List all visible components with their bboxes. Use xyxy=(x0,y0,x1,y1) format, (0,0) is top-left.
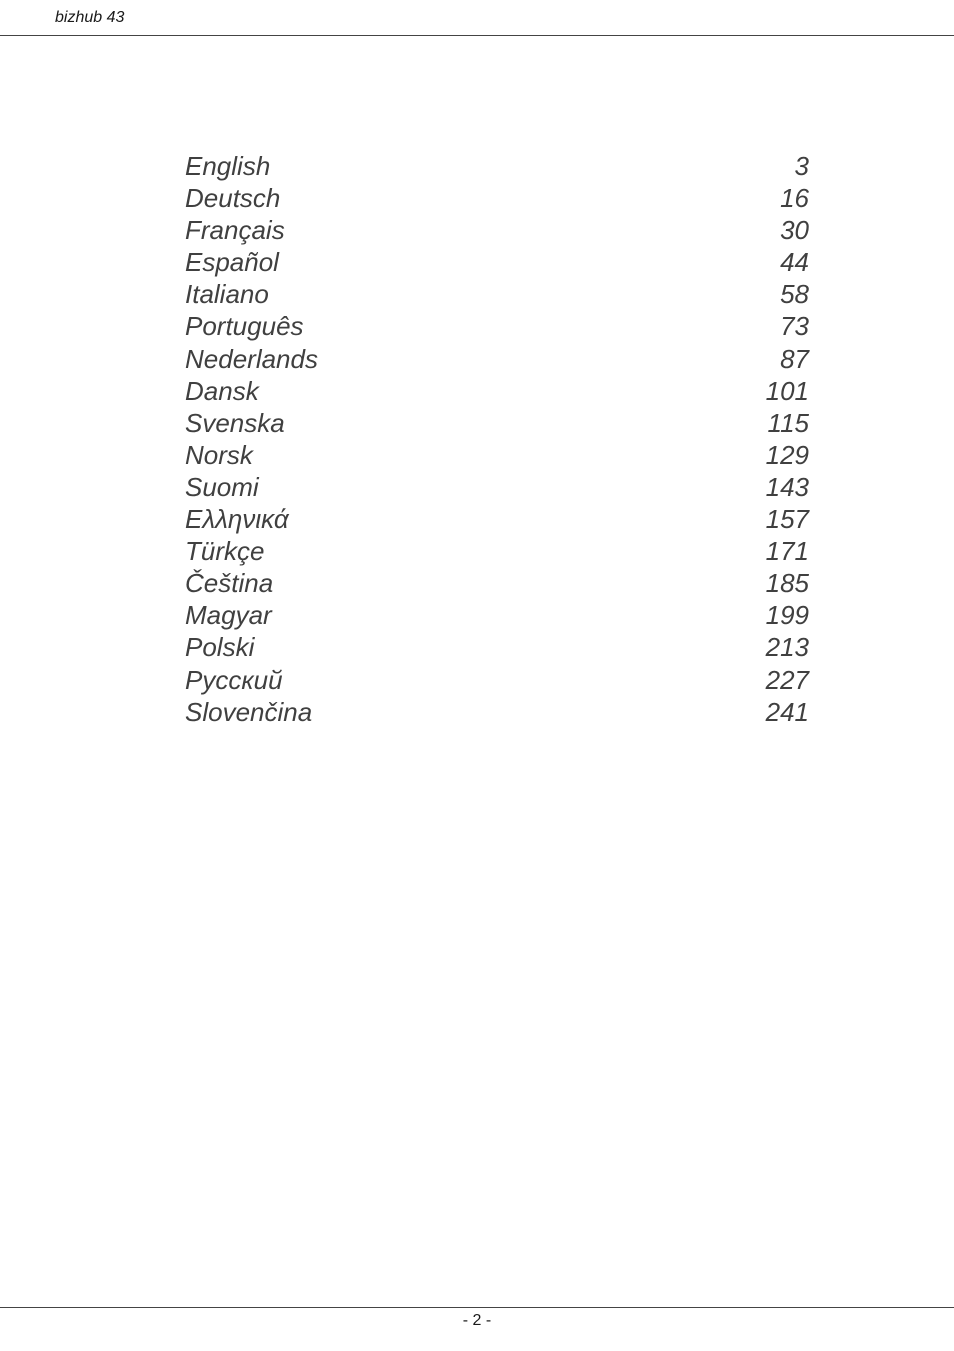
table-of-contents: English 3 Deutsch 16 Français 30 Español 44 Ital… xyxy=(185,150,809,728)
toc-page-number: 143 xyxy=(765,471,809,502)
toc-entry[interactable]: Svenska 115 xyxy=(185,407,809,439)
toc-page-number: 101 xyxy=(765,375,809,406)
toc-page-number: 44 xyxy=(780,247,809,278)
toc-language: Dansk xyxy=(185,375,259,406)
toc-page-number: 227 xyxy=(765,664,809,695)
toc-page-number: 3 xyxy=(794,151,809,181)
toc-language: Slovenčina xyxy=(185,696,313,727)
toc-entry[interactable]: Slovenčina 241 xyxy=(185,696,809,728)
toc-entry[interactable]: Polski 213 xyxy=(185,631,809,663)
toc-language: Türkçe xyxy=(185,536,265,567)
document-header-title: bizhub 43 xyxy=(55,9,125,26)
toc-entry[interactable]: Dansk 101 xyxy=(185,375,809,407)
toc-page-number: 171 xyxy=(765,536,809,567)
footer-divider xyxy=(0,1307,954,1308)
toc-page-number: 199 xyxy=(765,600,809,631)
toc-language: Suomi xyxy=(185,471,259,502)
toc-language: Français xyxy=(185,215,285,246)
toc-page-number: 129 xyxy=(765,439,809,470)
toc-language: Magyar xyxy=(185,600,272,631)
toc-entry[interactable]: Norsk 129 xyxy=(185,439,809,471)
toc-language: Español xyxy=(185,247,279,278)
toc-language: Ελληνικά xyxy=(185,504,289,535)
toc-page-number: 30 xyxy=(780,215,809,246)
toc-page-number: 16 xyxy=(780,183,809,214)
toc-language: Português xyxy=(185,311,304,342)
toc-entry[interactable]: Deutsch 16 xyxy=(185,182,809,214)
toc-entry[interactable]: English 3 xyxy=(185,150,809,182)
toc-entry[interactable]: Español 44 xyxy=(185,246,809,278)
toc-entry[interactable]: Français 30 xyxy=(185,214,809,246)
toc-language: Русский xyxy=(185,664,283,695)
toc-page-number: 157 xyxy=(765,504,809,535)
toc-entry[interactable]: Magyar 199 xyxy=(185,599,809,631)
toc-entry[interactable]: Čeština 185 xyxy=(185,567,809,599)
toc-language: Italiano xyxy=(185,279,269,310)
toc-entry[interactable]: Suomi 143 xyxy=(185,471,809,503)
page-number: - 2 - xyxy=(462,1312,492,1329)
toc-language: Čeština xyxy=(185,568,274,599)
toc-language: Polski xyxy=(185,632,255,663)
toc-page-number: 58 xyxy=(780,279,809,310)
toc-entry[interactable]: Русский 227 xyxy=(185,664,809,696)
toc-page-number: 87 xyxy=(780,343,809,374)
toc-entry[interactable]: Türkçe 171 xyxy=(185,535,809,567)
toc-language: Nederlands xyxy=(185,343,318,374)
toc-entry[interactable]: Nederlands 87 xyxy=(185,343,809,375)
toc-language: English xyxy=(185,151,271,181)
toc-entry[interactable]: Ελληνικά 157 xyxy=(185,503,809,535)
toc-entry[interactable]: Português 73 xyxy=(185,310,809,342)
toc-page-number: 115 xyxy=(767,407,809,438)
toc-entry[interactable]: Italiano 58 xyxy=(185,278,809,310)
toc-language: Svenska xyxy=(185,407,285,438)
toc-page-number: 213 xyxy=(765,632,809,663)
header-divider xyxy=(0,35,954,36)
toc-language: Norsk xyxy=(185,439,253,470)
toc-page-number: 185 xyxy=(765,568,809,599)
toc-language: Deutsch xyxy=(185,183,281,214)
toc-page-number: 241 xyxy=(765,696,809,727)
toc-page-number: 73 xyxy=(780,311,809,342)
